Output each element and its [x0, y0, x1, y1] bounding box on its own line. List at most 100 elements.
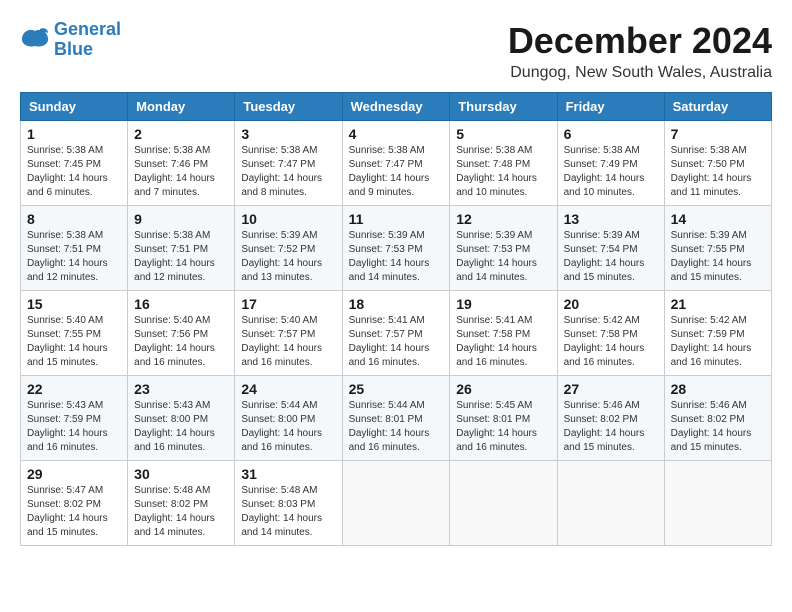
- day-info: Sunrise: 5:38 AM Sunset: 7:49 PM Dayligh…: [564, 144, 658, 200]
- table-row: 11 Sunrise: 5:39 AM Sunset: 7:53 PM Dayli…: [342, 206, 450, 291]
- day-number: 21: [671, 296, 765, 312]
- table-row: 3Sunrise: 5:38 AM Sunset: 7:47 PM Daylig…: [235, 121, 342, 206]
- table-row: 29 Sunrise: 5:47 AM Sunset: 8:02 PM Dayli…: [21, 461, 128, 546]
- col-thursday: Thursday: [450, 93, 557, 121]
- day-number: 20: [564, 296, 658, 312]
- day-number: 2: [134, 126, 228, 142]
- table-row: 10 Sunrise: 5:39 AM Sunset: 7:52 PM Dayli…: [235, 206, 342, 291]
- table-row: 7 Sunrise: 5:38 AM Sunset: 7:50 PM Daylig…: [664, 121, 771, 206]
- day-info: Sunrise: 5:38 AM Sunset: 7:47 PM Dayligh…: [241, 144, 335, 200]
- table-row: 21 Sunrise: 5:42 AM Sunset: 7:59 PM Dayli…: [664, 291, 771, 376]
- table-row: 18Sunrise: 5:41 AM Sunset: 7:57 PM Dayli…: [342, 291, 450, 376]
- day-info: Sunrise: 5:38 AM Sunset: 7:51 PM Dayligh…: [134, 229, 228, 285]
- logo-icon: [20, 26, 50, 54]
- day-number: 28: [671, 381, 765, 397]
- day-info: Sunrise: 5:39 AM Sunset: 7:54 PM Dayligh…: [564, 229, 658, 285]
- table-row: 24 Sunrise: 5:44 AM Sunset: 8:00 PM Dayli…: [235, 376, 342, 461]
- day-number: 18: [349, 296, 444, 312]
- day-info: Sunrise: 5:42 AM Sunset: 7:59 PM Dayligh…: [671, 314, 765, 370]
- table-row: [664, 461, 771, 546]
- table-row: 15Sunrise: 5:40 AM Sunset: 7:55 PM Dayli…: [21, 291, 128, 376]
- calendar-week-row: 15Sunrise: 5:40 AM Sunset: 7:55 PM Dayli…: [21, 291, 772, 376]
- day-info: Sunrise: 5:38 AM Sunset: 7:48 PM Dayligh…: [456, 144, 550, 200]
- day-info: Sunrise: 5:40 AM Sunset: 7:56 PM Dayligh…: [134, 314, 228, 370]
- day-number: 6: [564, 126, 658, 142]
- day-info: Sunrise: 5:38 AM Sunset: 7:47 PM Dayligh…: [349, 144, 444, 200]
- day-number: 22: [27, 381, 121, 397]
- day-info: Sunrise: 5:38 AM Sunset: 7:51 PM Dayligh…: [27, 229, 121, 285]
- day-info: Sunrise: 5:45 AM Sunset: 8:01 PM Dayligh…: [456, 399, 550, 455]
- day-info: Sunrise: 5:44 AM Sunset: 8:01 PM Dayligh…: [349, 399, 444, 455]
- table-row: 6 Sunrise: 5:38 AM Sunset: 7:49 PM Daylig…: [557, 121, 664, 206]
- col-saturday: Saturday: [664, 93, 771, 121]
- table-row: 12 Sunrise: 5:39 AM Sunset: 7:53 PM Dayli…: [450, 206, 557, 291]
- day-number: 13: [564, 211, 658, 227]
- day-number: 19: [456, 296, 550, 312]
- day-number: 30: [134, 466, 228, 482]
- day-number: 14: [671, 211, 765, 227]
- day-info: Sunrise: 5:42 AM Sunset: 7:58 PM Dayligh…: [564, 314, 658, 370]
- table-row: 16 Sunrise: 5:40 AM Sunset: 7:56 PM Dayli…: [128, 291, 235, 376]
- col-monday: Monday: [128, 93, 235, 121]
- day-number: 4: [349, 126, 444, 142]
- day-number: 29: [27, 466, 121, 482]
- day-number: 1: [27, 126, 121, 142]
- col-wednesday: Wednesday: [342, 93, 450, 121]
- table-row: [450, 461, 557, 546]
- table-row: 9Sunrise: 5:38 AM Sunset: 7:51 PM Daylig…: [128, 206, 235, 291]
- day-number: 16: [134, 296, 228, 312]
- day-info: Sunrise: 5:38 AM Sunset: 7:46 PM Dayligh…: [134, 144, 228, 200]
- day-info: Sunrise: 5:39 AM Sunset: 7:52 PM Dayligh…: [241, 229, 335, 285]
- calendar-week-row: 29 Sunrise: 5:47 AM Sunset: 8:02 PM Dayli…: [21, 461, 772, 546]
- header: GeneralBlue December 2024 Dungog, New So…: [20, 20, 772, 82]
- day-info: Sunrise: 5:39 AM Sunset: 7:53 PM Dayligh…: [456, 229, 550, 285]
- day-number: 31: [241, 466, 335, 482]
- table-row: [557, 461, 664, 546]
- table-row: 2 Sunrise: 5:38 AM Sunset: 7:46 PM Daylig…: [128, 121, 235, 206]
- day-number: 17: [241, 296, 335, 312]
- calendar-week-row: 22 Sunrise: 5:43 AM Sunset: 7:59 PM Dayli…: [21, 376, 772, 461]
- day-info: Sunrise: 5:43 AM Sunset: 8:00 PM Dayligh…: [134, 399, 228, 455]
- day-number: 23: [134, 381, 228, 397]
- day-number: 7: [671, 126, 765, 142]
- location-title: Dungog, New South Wales, Australia: [508, 64, 772, 82]
- day-number: 26: [456, 381, 550, 397]
- table-row: 20 Sunrise: 5:42 AM Sunset: 7:58 PM Dayli…: [557, 291, 664, 376]
- day-info: Sunrise: 5:38 AM Sunset: 7:45 PM Dayligh…: [27, 144, 121, 200]
- day-info: Sunrise: 5:47 AM Sunset: 8:02 PM Dayligh…: [27, 484, 121, 540]
- day-number: 27: [564, 381, 658, 397]
- day-info: Sunrise: 5:40 AM Sunset: 7:55 PM Dayligh…: [27, 314, 121, 370]
- day-info: Sunrise: 5:43 AM Sunset: 7:59 PM Dayligh…: [27, 399, 121, 455]
- col-tuesday: Tuesday: [235, 93, 342, 121]
- calendar-week-row: 8Sunrise: 5:38 AM Sunset: 7:51 PM Daylig…: [21, 206, 772, 291]
- table-row: 19 Sunrise: 5:41 AM Sunset: 7:58 PM Dayli…: [450, 291, 557, 376]
- table-row: 17 Sunrise: 5:40 AM Sunset: 7:57 PM Dayli…: [235, 291, 342, 376]
- table-row: [342, 461, 450, 546]
- day-info: Sunrise: 5:40 AM Sunset: 7:57 PM Dayligh…: [241, 314, 335, 370]
- day-info: Sunrise: 5:46 AM Sunset: 8:02 PM Dayligh…: [671, 399, 765, 455]
- day-info: Sunrise: 5:48 AM Sunset: 8:02 PM Dayligh…: [134, 484, 228, 540]
- day-info: Sunrise: 5:41 AM Sunset: 7:58 PM Dayligh…: [456, 314, 550, 370]
- table-row: 27Sunrise: 5:46 AM Sunset: 8:02 PM Dayli…: [557, 376, 664, 461]
- title-area: December 2024 Dungog, New South Wales, A…: [508, 20, 772, 82]
- day-info: Sunrise: 5:38 AM Sunset: 7:50 PM Dayligh…: [671, 144, 765, 200]
- table-row: 26 Sunrise: 5:45 AM Sunset: 8:01 PM Dayli…: [450, 376, 557, 461]
- day-info: Sunrise: 5:44 AM Sunset: 8:00 PM Dayligh…: [241, 399, 335, 455]
- day-number: 5: [456, 126, 550, 142]
- table-row: 5 Sunrise: 5:38 AM Sunset: 7:48 PM Daylig…: [450, 121, 557, 206]
- table-row: 23 Sunrise: 5:43 AM Sunset: 8:00 PM Dayli…: [128, 376, 235, 461]
- day-info: Sunrise: 5:39 AM Sunset: 7:53 PM Dayligh…: [349, 229, 444, 285]
- table-row: 31Sunrise: 5:48 AM Sunset: 8:03 PM Dayli…: [235, 461, 342, 546]
- day-number: 24: [241, 381, 335, 397]
- day-number: 10: [241, 211, 335, 227]
- table-row: 30 Sunrise: 5:48 AM Sunset: 8:02 PM Dayli…: [128, 461, 235, 546]
- month-title: December 2024: [508, 20, 772, 62]
- table-row: 22 Sunrise: 5:43 AM Sunset: 7:59 PM Dayli…: [21, 376, 128, 461]
- col-sunday: Sunday: [21, 93, 128, 121]
- calendar-week-row: 1 Sunrise: 5:38 AM Sunset: 7:45 PM Daylig…: [21, 121, 772, 206]
- table-row: 14Sunrise: 5:39 AM Sunset: 7:55 PM Dayli…: [664, 206, 771, 291]
- table-row: 8Sunrise: 5:38 AM Sunset: 7:51 PM Daylig…: [21, 206, 128, 291]
- logo-text: GeneralBlue: [54, 20, 121, 60]
- day-number: 12: [456, 211, 550, 227]
- day-number: 11: [349, 211, 444, 227]
